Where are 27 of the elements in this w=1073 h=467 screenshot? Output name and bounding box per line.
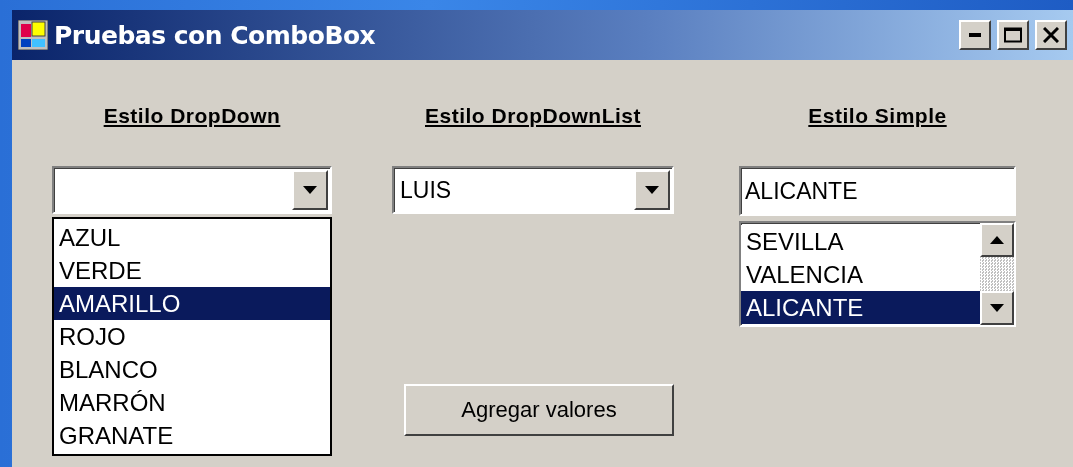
up-arrow-icon [990,236,1004,244]
minimize-icon [969,33,981,37]
dropdown-button[interactable] [292,170,328,210]
add-values-button[interactable]: Agregar valores [404,384,674,436]
list-item[interactable]: AMARILLO [54,287,330,320]
combo-box[interactable]: LUIS [392,166,674,214]
minimize-button[interactable] [959,20,991,50]
scroll-up-button[interactable] [980,223,1014,257]
combo-box[interactable] [52,166,332,214]
column-heading: Estilo DropDownList [425,104,641,129]
dropdown-button[interactable] [634,170,670,210]
down-arrow-icon [645,186,659,194]
list-box[interactable]: SEVILLA VALENCIA ALICANTE [739,221,1016,327]
window-title: Pruebas con ComboBox [54,20,377,50]
column-heading: Estilo Simple [808,104,947,129]
maximize-icon [1004,27,1022,43]
close-button[interactable] [1035,20,1067,50]
close-icon [1043,27,1059,43]
scroll-down-button[interactable] [980,291,1014,325]
down-arrow-icon [303,186,317,194]
list-item[interactable]: ALICANTE [741,291,980,324]
maximize-button[interactable] [997,20,1029,50]
text-field[interactable]: ALICANTE [739,166,1016,216]
scrollbar[interactable] [980,223,1014,325]
app-icon [18,20,48,50]
down-arrow-icon [990,304,1004,312]
column-heading: Estilo DropDown [103,104,281,129]
